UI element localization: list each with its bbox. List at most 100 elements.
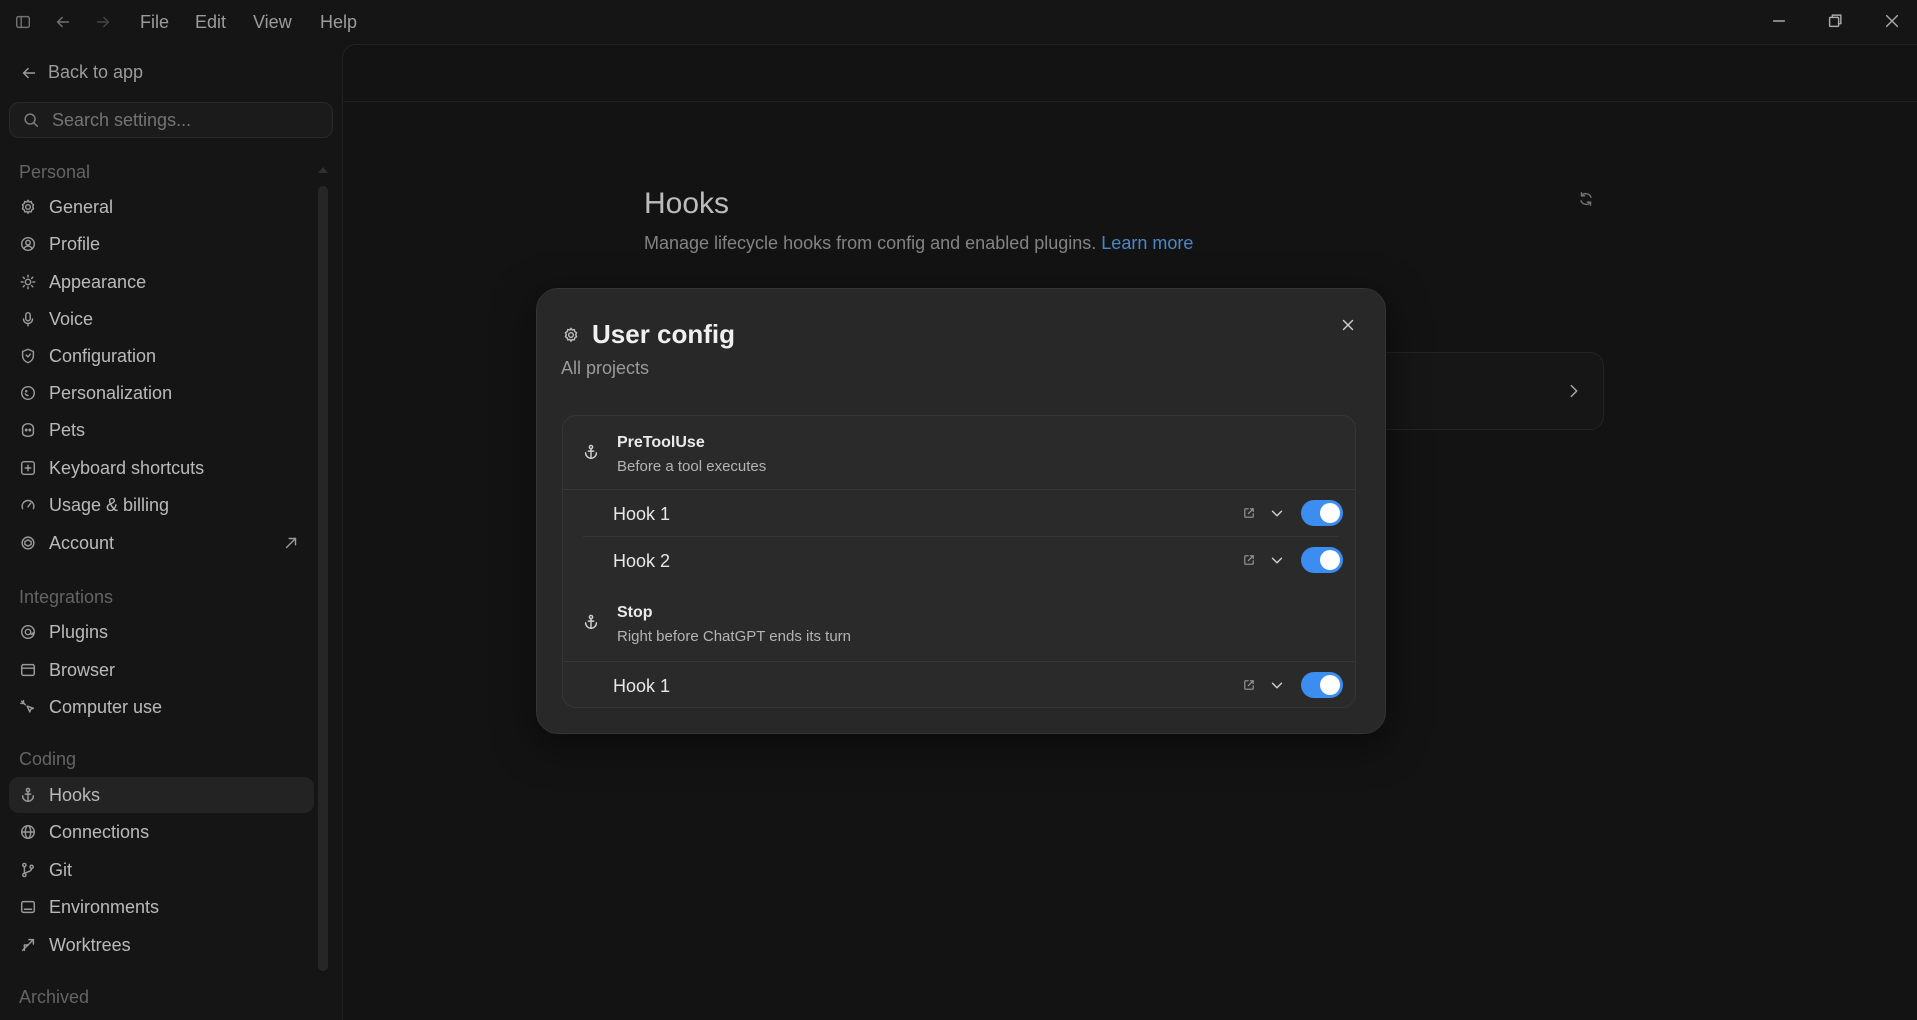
search-input[interactable] <box>52 109 312 131</box>
hooks-list: PreToolUse Before a tool executes Hook 1… <box>562 415 1356 708</box>
title-bar: File Edit View Help <box>0 0 1917 44</box>
refresh-icon[interactable] <box>1577 190 1595 208</box>
sidebar-item-label: Environments <box>49 896 160 917</box>
shield-icon <box>19 347 37 365</box>
sidebar-item-label: Voice <box>49 308 94 329</box>
sidebar-scrollbar[interactable] <box>317 164 329 994</box>
page-description-text: Manage lifecycle hooks from config and e… <box>644 233 1097 253</box>
sidebar-item-browser[interactable]: Browser <box>9 652 314 688</box>
sidebar-item-account[interactable]: Account <box>9 525 314 561</box>
sidebar-item-label: Browser <box>49 659 116 680</box>
sidebar-item-git[interactable]: Git <box>9 852 314 888</box>
dialog-subtitle: All projects <box>561 358 650 378</box>
hook-event-group: PreToolUse Before a tool executes <box>563 416 1355 490</box>
sidebar-item-hooks[interactable]: Hooks <box>9 777 314 813</box>
section-archived: Archived <box>19 987 90 1007</box>
chevron-down-icon[interactable] <box>1268 677 1286 695</box>
learn-more-link[interactable]: Learn more <box>1101 233 1193 253</box>
back-to-app-link[interactable]: Back to app <box>20 62 143 83</box>
anchor-icon <box>19 786 37 804</box>
anchor-icon <box>582 443 600 461</box>
hook-event-name: PreToolUse <box>617 434 705 451</box>
sidebar-item-profile[interactable]: Profile <box>9 226 314 262</box>
menu-edit[interactable]: Edit <box>195 12 226 33</box>
chevron-down-icon[interactable] <box>1268 552 1286 570</box>
hook-name: Hook 1 <box>613 504 671 524</box>
sidebar-toggle-icon[interactable] <box>12 11 34 33</box>
sidebar-item-label: Connections <box>49 821 150 842</box>
scroll-up-icon[interactable] <box>317 164 329 176</box>
sidebar-item-pets[interactable]: Pets <box>9 412 314 448</box>
open-external-icon[interactable] <box>1242 506 1256 520</box>
sidebar-item-label: General <box>49 196 114 217</box>
open-external-icon[interactable] <box>1242 678 1256 692</box>
sidebar-item-computer-use[interactable]: Computer use <box>9 689 314 725</box>
dialog-title: User config <box>592 319 736 349</box>
search-icon <box>22 111 40 129</box>
microphone-icon <box>19 310 37 328</box>
sidebar-item-label: Appearance <box>49 271 147 292</box>
sidebar-item-plugins[interactable]: Plugins <box>9 614 314 650</box>
forward-arrow-icon[interactable] <box>92 11 114 33</box>
sidebar-item-label: Profile <box>49 233 101 254</box>
sidebar-item-environments[interactable]: Environments <box>9 889 314 925</box>
header-divider <box>343 101 1917 102</box>
menu-view[interactable]: View <box>253 12 292 33</box>
restore-icon[interactable] <box>1823 9 1847 33</box>
sun-icon <box>19 273 37 291</box>
hook-event-description: Right before ChatGPT ends its turn <box>617 628 852 645</box>
user-circle-icon <box>19 235 37 253</box>
personalization-icon <box>19 384 37 402</box>
sidebar-item-label: Hooks <box>49 784 101 805</box>
menu-help[interactable]: Help <box>320 12 357 33</box>
close-icon[interactable] <box>1337 314 1359 336</box>
sidebar-item-label: Usage & billing <box>49 494 170 515</box>
hook-enabled-toggle[interactable] <box>1301 672 1343 698</box>
toggle-knob <box>1320 550 1340 570</box>
scrollbar-thumb[interactable] <box>318 186 328 971</box>
keyboard-icon <box>19 459 37 477</box>
hook-row[interactable]: Hook 1 <box>563 490 1355 537</box>
hook-event-group: Stop Right before ChatGPT ends its turn <box>563 584 1355 662</box>
sidebar-item-usage-billing[interactable]: Usage & billing <box>9 487 314 523</box>
hook-row[interactable]: Hook 2 <box>563 537 1355 584</box>
sidebar-item-general[interactable]: General <box>9 189 314 225</box>
external-link-icon <box>282 534 300 552</box>
settings-sidebar: Back to app Personal General Profile App… <box>0 44 342 1020</box>
section-integrations: Integrations <box>19 587 114 607</box>
user-config-dialog: User config All projects PreToolUse Befo… <box>536 288 1386 734</box>
sidebar-item-keyboard-shortcuts[interactable]: Keyboard shortcuts <box>9 450 314 486</box>
menu-file[interactable]: File <box>140 12 169 33</box>
sidebar-item-label: Git <box>49 859 73 880</box>
sidebar-item-appearance[interactable]: Appearance <box>9 264 314 300</box>
section-coding: Coding <box>19 749 77 769</box>
worktree-icon <box>19 936 37 954</box>
sidebar-item-label: Keyboard shortcuts <box>49 457 205 478</box>
back-to-app-label: Back to app <box>48 62 144 82</box>
browser-icon <box>19 661 37 679</box>
minimize-icon[interactable] <box>1767 9 1791 33</box>
hook-row[interactable]: Hook 1 <box>563 662 1355 707</box>
sidebar-item-label: Computer use <box>49 696 163 717</box>
sidebar-item-connections[interactable]: Connections <box>9 814 314 850</box>
search-box[interactable] <box>9 102 333 138</box>
sidebar-item-label: Configuration <box>49 345 157 366</box>
sidebar-item-label: Pets <box>49 419 86 440</box>
back-arrow-icon[interactable] <box>52 11 74 33</box>
hook-enabled-toggle[interactable] <box>1301 500 1343 526</box>
close-window-icon[interactable] <box>1880 9 1904 33</box>
sidebar-item-voice[interactable]: Voice <box>9 301 314 337</box>
sidebar-item-personalization[interactable]: Personalization <box>9 375 314 411</box>
hook-enabled-toggle[interactable] <box>1301 547 1343 573</box>
globe-icon <box>19 823 37 841</box>
sidebar-item-label: Plugins <box>49 621 109 642</box>
account-icon <box>19 534 37 552</box>
chevron-right-icon <box>1565 382 1583 400</box>
hook-event-description: Before a tool executes <box>617 458 767 475</box>
open-external-icon[interactable] <box>1242 553 1256 567</box>
gear-icon <box>562 326 580 344</box>
sidebar-item-worktrees[interactable]: Worktrees <box>9 927 314 963</box>
git-branch-icon <box>19 861 37 879</box>
sidebar-item-configuration[interactable]: Configuration <box>9 338 314 374</box>
chevron-down-icon[interactable] <box>1268 505 1286 523</box>
